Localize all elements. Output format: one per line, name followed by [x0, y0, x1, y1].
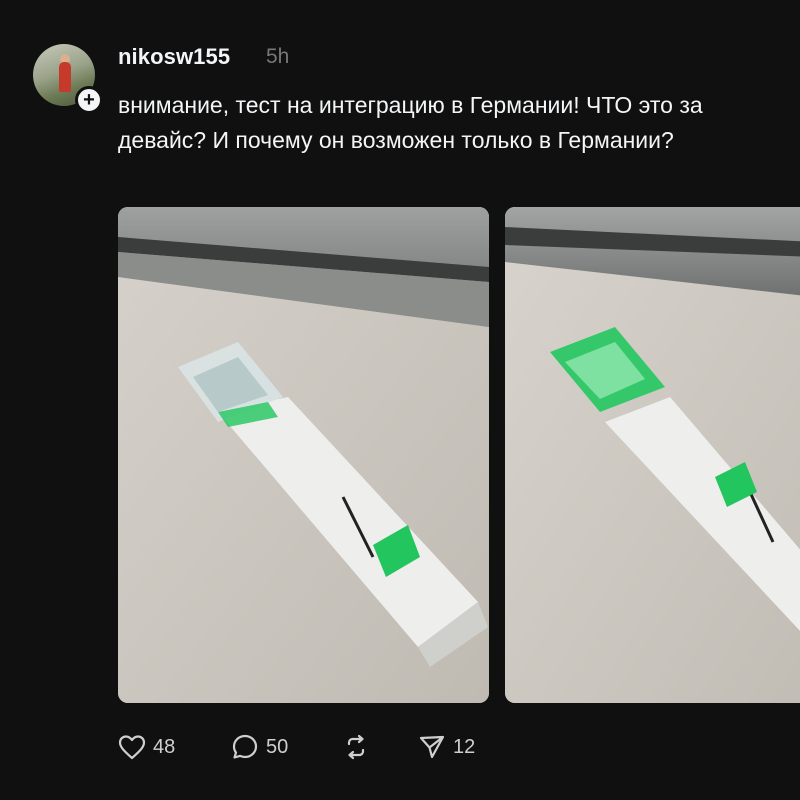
device-photo-1	[118, 207, 489, 703]
like-count: 48	[153, 735, 176, 758]
thread-post: + nikosw155 5h внимание, тест на интегра…	[0, 0, 800, 800]
username[interactable]: nikosw155	[118, 44, 230, 70]
device-photo-2	[505, 207, 800, 703]
post-timestamp: 5h	[266, 45, 290, 68]
comment-icon	[232, 734, 258, 759]
repost-icon	[347, 734, 365, 760]
share-count: 12	[453, 735, 476, 758]
share-button[interactable]: 12	[418, 732, 475, 762]
like-button[interactable]: 48	[118, 732, 175, 762]
heart-icon	[118, 735, 146, 760]
repost-button[interactable]	[342, 732, 370, 762]
post-text: внимание, тест на интеграцию в Германии!…	[118, 92, 703, 153]
post-image-1[interactable]	[118, 207, 489, 703]
post-image-2[interactable]	[505, 207, 800, 703]
avatar-container[interactable]: +	[33, 44, 103, 114]
reply-count: 50	[266, 735, 289, 758]
send-icon	[419, 735, 445, 759]
follow-plus-icon[interactable]: +	[75, 86, 103, 114]
reply-button[interactable]: 50	[231, 732, 288, 762]
avatar-person-body	[59, 62, 71, 92]
